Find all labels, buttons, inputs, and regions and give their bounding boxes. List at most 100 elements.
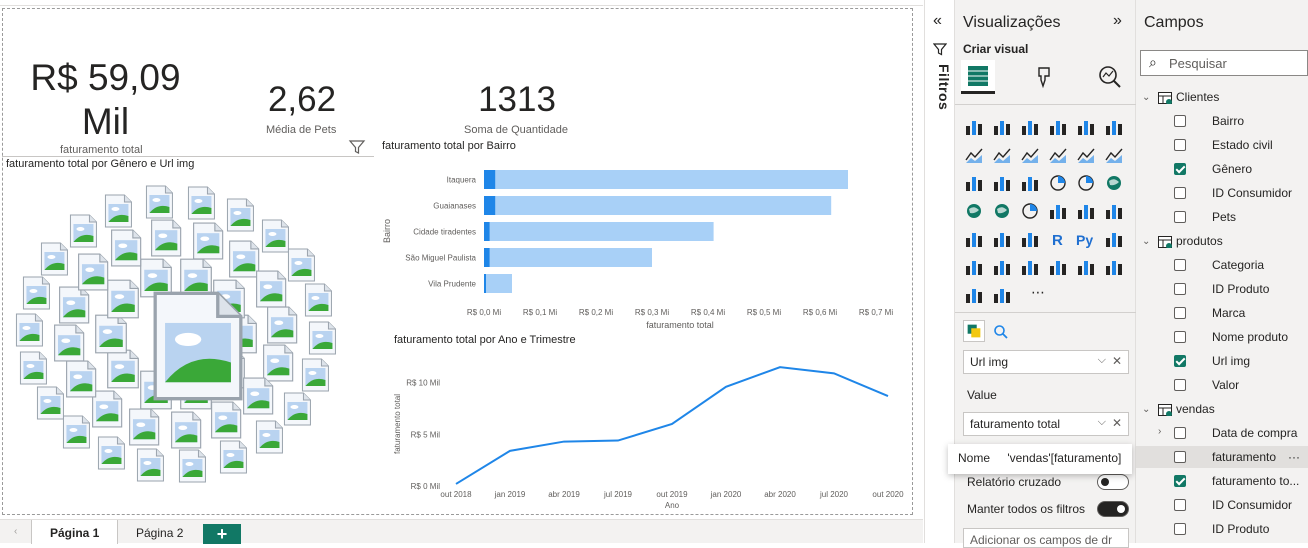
broken-image-icon[interactable] [65,360,97,398]
field-checkbox[interactable] [1174,331,1186,343]
paginated-report-icon[interactable] [1075,256,1097,278]
field-item[interactable]: Valor [1212,378,1239,392]
r-visual-icon[interactable]: R [1047,228,1069,250]
field-checkbox[interactable] [1174,427,1186,439]
field-checkbox[interactable] [1174,163,1186,175]
broken-image-icon[interactable] [287,248,316,282]
goals-icon[interactable] [1047,256,1069,278]
line-clustered-icon[interactable] [1075,144,1097,166]
kpi-quantity-value[interactable]: 1313 [462,80,572,120]
value-well[interactable]: faturamento total ⌵ ✕ [963,412,1129,436]
field-item[interactable]: Gênero [1212,162,1252,176]
analytics-tab[interactable] [1093,60,1127,94]
expand-table-chevron-icon[interactable]: ⌄ [1142,404,1150,415]
broken-image-icon[interactable] [22,276,51,310]
remove-field-icon[interactable]: ✕ [1112,416,1122,430]
drillthrough-well[interactable]: Adicionar os campos de dr [963,528,1129,548]
keep-filters-toggle[interactable] [1097,501,1129,517]
broken-image-icon[interactable] [308,321,337,355]
broken-image-icon[interactable] [255,270,287,308]
100-bar-icon[interactable] [1075,116,1097,138]
fields-search-input[interactable]: ⌕ Pesquisar [1140,50,1308,76]
field-checkbox[interactable] [1174,355,1186,367]
power-automate-icon[interactable] [963,284,985,306]
broken-image-icon[interactable] [283,392,312,426]
kpi-pets-value[interactable]: 2,62 [262,80,342,120]
key-influencers-icon[interactable] [1103,228,1125,250]
expand-table-chevron-icon[interactable]: ⌄ [1142,236,1150,247]
broken-image-icon[interactable] [36,386,65,420]
url-img-well[interactable]: Url img ⌵ ✕ [963,350,1129,374]
broken-image-icon[interactable] [301,358,330,392]
waterfall-icon[interactable] [963,172,985,194]
smart-narrative-icon[interactable] [991,284,1013,306]
broken-image-icon[interactable] [226,198,255,232]
image-visual[interactable] [6,172,378,502]
field-checkbox[interactable] [1174,115,1186,127]
field-item[interactable]: Categoria [1212,258,1264,272]
broken-image-icon[interactable] [94,314,128,354]
field-item[interactable]: ID Produto [1212,522,1269,536]
prev-page-arrow-icon[interactable]: ‹ [14,526,17,537]
expand-chevron-icon[interactable]: » [1113,12,1122,30]
field-item[interactable]: ID Produto [1212,282,1269,296]
narrative-icon[interactable] [1019,256,1041,278]
python-visual-icon[interactable]: Py [1075,228,1097,250]
more-visuals-button[interactable]: ⋯ [1031,284,1045,301]
drillthrough-search-icon[interactable] [993,324,1009,340]
field-item[interactable]: Pets [1212,210,1236,224]
field-more-options-icon[interactable]: ··· [1288,450,1300,464]
field-checkbox[interactable] [1174,211,1186,223]
card-icon[interactable] [1047,200,1069,222]
broken-image-icon[interactable] [97,436,126,470]
power-apps-icon[interactable] [1103,256,1125,278]
table-name-clientes[interactable]: Clientes [1176,90,1219,104]
broken-image-icon[interactable] [110,229,142,267]
remove-field-icon[interactable]: ✕ [1112,354,1122,368]
stacked-bar-icon[interactable] [963,116,985,138]
multirow-card-icon[interactable] [1075,200,1097,222]
field-checkbox[interactable] [1174,379,1186,391]
field-checkbox[interactable] [1174,139,1186,151]
gauge-icon[interactable] [1019,200,1041,222]
broken-image-icon[interactable] [69,214,98,248]
table-name-produtos[interactable]: produtos [1176,234,1223,248]
chevron-down-icon[interactable]: ⌵ [1098,416,1106,429]
broken-image-icon[interactable] [210,401,242,439]
broken-image-icon[interactable] [77,253,109,291]
field-item[interactable]: Marca [1212,306,1245,320]
broken-image-icon[interactable] [136,448,165,482]
scatter-icon[interactable] [1019,172,1041,194]
qa-icon[interactable] [991,256,1013,278]
stacked-column-icon[interactable] [991,116,1013,138]
broken-image-icon[interactable] [106,279,140,319]
field-item[interactable]: faturamento [1212,450,1276,464]
map-icon[interactable] [963,200,985,222]
visual-filter-icon[interactable] [348,138,366,156]
broken-image-icon[interactable] [62,415,91,449]
treemap-icon[interactable] [1103,172,1125,194]
field-item[interactable]: Data de compra [1212,426,1297,440]
table-icon[interactable] [991,228,1013,250]
bar-chart[interactable]: Itaquera Guaianases Cidade tiradentes São M… [376,156,916,336]
field-checkbox[interactable] [1174,499,1186,511]
expand-hierarchy-chevron-icon[interactable]: › [1158,426,1161,437]
cross-report-toggle[interactable] [1097,474,1129,490]
stacked-area-icon[interactable] [1019,144,1041,166]
table-name-vendas[interactable]: vendas [1176,402,1215,416]
broken-image-icon[interactable] [150,219,182,257]
field-checkbox[interactable] [1174,283,1186,295]
broken-image-icon[interactable] [261,219,290,253]
field-item[interactable]: Estado civil [1212,138,1273,152]
ribbon-chart-icon[interactable] [1103,144,1125,166]
kpi-revenue-card[interactable]: R$ 59,09 Mil [28,56,183,144]
broken-image-icon[interactable] [178,449,207,483]
broken-image-icon[interactable] [40,242,69,276]
line-chart[interactable]: R$ 0 Mil R$ 5 Mil R$ 10 Mil out 2018 jan 201… [376,350,916,512]
field-item[interactable]: Url img [1212,354,1250,368]
100-column-icon[interactable] [1103,116,1125,138]
clustered-column-icon[interactable] [1047,116,1069,138]
expand-table-chevron-icon[interactable]: ⌄ [1142,92,1150,103]
build-fields-tab[interactable] [963,320,985,342]
field-item[interactable]: Nome produto [1212,330,1288,344]
